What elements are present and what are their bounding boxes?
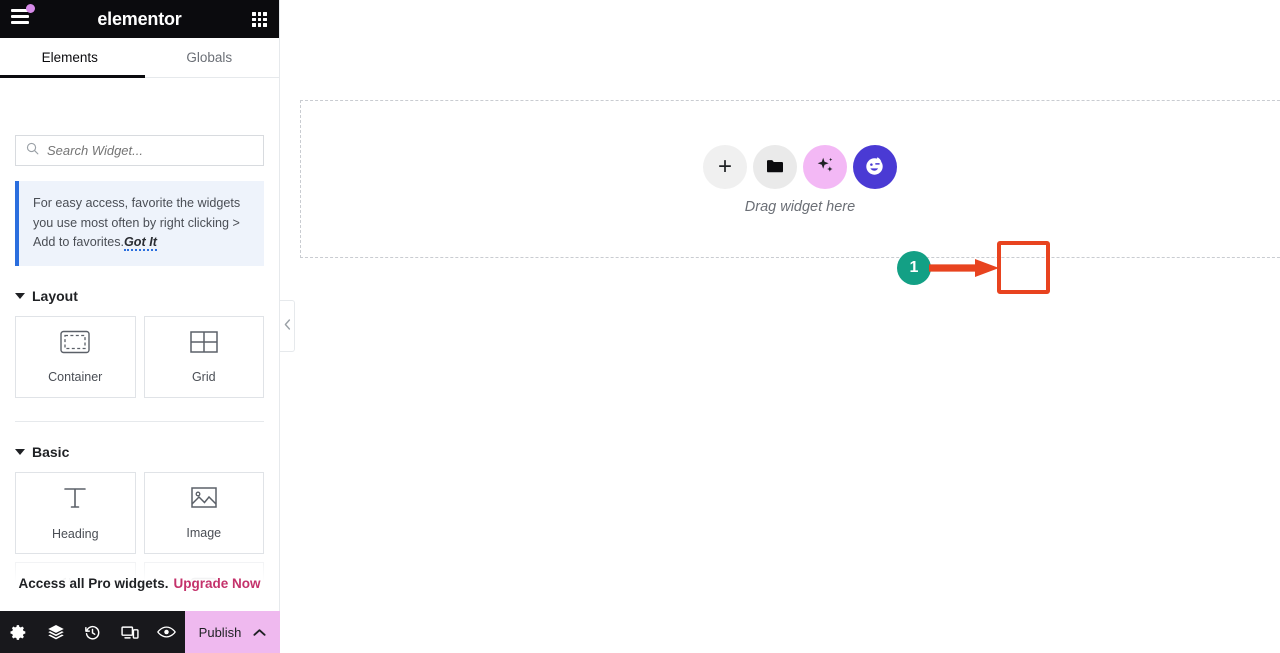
widget-image[interactable]: Image xyxy=(143,471,264,554)
container-icon xyxy=(60,330,90,359)
search-input[interactable] xyxy=(47,143,253,158)
heading-icon xyxy=(62,485,88,516)
sparkles-icon xyxy=(814,155,836,180)
panel-tabs: Elements Globals xyxy=(0,38,279,78)
avatar-assistant-button[interactable] xyxy=(853,145,897,189)
chevron-down-icon xyxy=(15,448,25,455)
plus-icon: + xyxy=(717,153,732,180)
widget-grid-label: Grid xyxy=(191,369,216,384)
section-basic-header[interactable]: Basic xyxy=(15,422,264,472)
search-icon xyxy=(26,142,39,160)
tab-elements[interactable]: Elements xyxy=(0,38,140,77)
add-element-button[interactable]: + xyxy=(703,145,747,189)
smiley-face-icon xyxy=(863,154,887,181)
elementor-panel: elementor Elements Globals Search Widget… xyxy=(0,0,280,653)
chevron-down-icon xyxy=(15,292,25,299)
layers-navigator-icon[interactable] xyxy=(37,611,74,653)
add-element-highlight xyxy=(997,241,1050,294)
panel-collapse-handle[interactable] xyxy=(280,300,295,352)
pro-widgets-banner: Access all Pro widgets. Upgrade Now xyxy=(0,561,279,605)
tab-globals[interactable]: Globals xyxy=(140,38,280,77)
history-clock-icon[interactable] xyxy=(74,611,111,653)
drag-widget-hint: Drag widget here xyxy=(744,199,856,215)
publish-label: Publish xyxy=(198,624,242,640)
folder-icon xyxy=(765,156,785,179)
hamburger-icon[interactable] xyxy=(11,4,35,29)
section-layout-header[interactable]: Layout xyxy=(15,266,264,316)
settings-gear-icon[interactable] xyxy=(0,611,37,653)
notification-badge xyxy=(26,4,35,13)
elementor-editor: + Drag widget here 1 elementor Elements … xyxy=(0,0,1280,653)
widget-heading[interactable]: Heading xyxy=(15,471,136,554)
upgrade-now-link[interactable]: Upgrade Now xyxy=(174,576,261,591)
widget-container[interactable]: Container xyxy=(15,315,136,398)
section-basic-title: Basic xyxy=(32,443,70,460)
panel-body: For easy access, favorite the widgets yo… xyxy=(0,121,279,605)
search-box[interactable] xyxy=(15,135,264,166)
image-icon xyxy=(191,486,217,515)
chevron-left-icon xyxy=(284,317,291,335)
open-library-button[interactable] xyxy=(753,145,797,189)
layout-widget-grid: Container Grid xyxy=(15,315,264,398)
grid-icon xyxy=(190,330,218,359)
publish-button[interactable]: Publish xyxy=(185,611,280,653)
got-it-button[interactable]: Got It xyxy=(124,235,157,252)
widget-image-label: Image xyxy=(186,525,222,540)
canvas-action-buttons: + xyxy=(301,145,1280,189)
apps-grid-icon[interactable] xyxy=(252,12,267,27)
widget-container-label: Container xyxy=(48,369,103,384)
search-widget-wrap xyxy=(0,121,279,176)
chevron-up-icon[interactable] xyxy=(253,625,266,640)
annotation-step-badge: 1 xyxy=(897,251,931,285)
footer-icon-group xyxy=(0,611,185,653)
panel-header: elementor xyxy=(0,0,279,38)
editor-canvas[interactable]: + Drag widget here 1 xyxy=(280,0,1280,653)
elementor-logo-text: elementor xyxy=(97,8,182,29)
pro-banner-text: Access all Pro widgets. xyxy=(18,575,169,591)
widget-heading-label: Heading xyxy=(51,526,99,541)
favorites-notice: For easy access, favorite the widgets yo… xyxy=(15,181,264,266)
annotation-arrow-icon xyxy=(929,259,999,277)
section-layout-title: Layout xyxy=(32,287,78,304)
preview-eye-icon[interactable] xyxy=(148,611,185,653)
empty-container-dropzone[interactable]: + Drag widget here 1 xyxy=(300,100,1280,294)
widget-grid[interactable]: Grid xyxy=(143,315,264,398)
responsive-device-icon[interactable] xyxy=(111,611,148,653)
panel-footer-bar: Publish xyxy=(0,611,280,653)
section-layout: Layout Container Grid xyxy=(0,266,279,422)
ai-generate-button[interactable] xyxy=(803,145,847,189)
